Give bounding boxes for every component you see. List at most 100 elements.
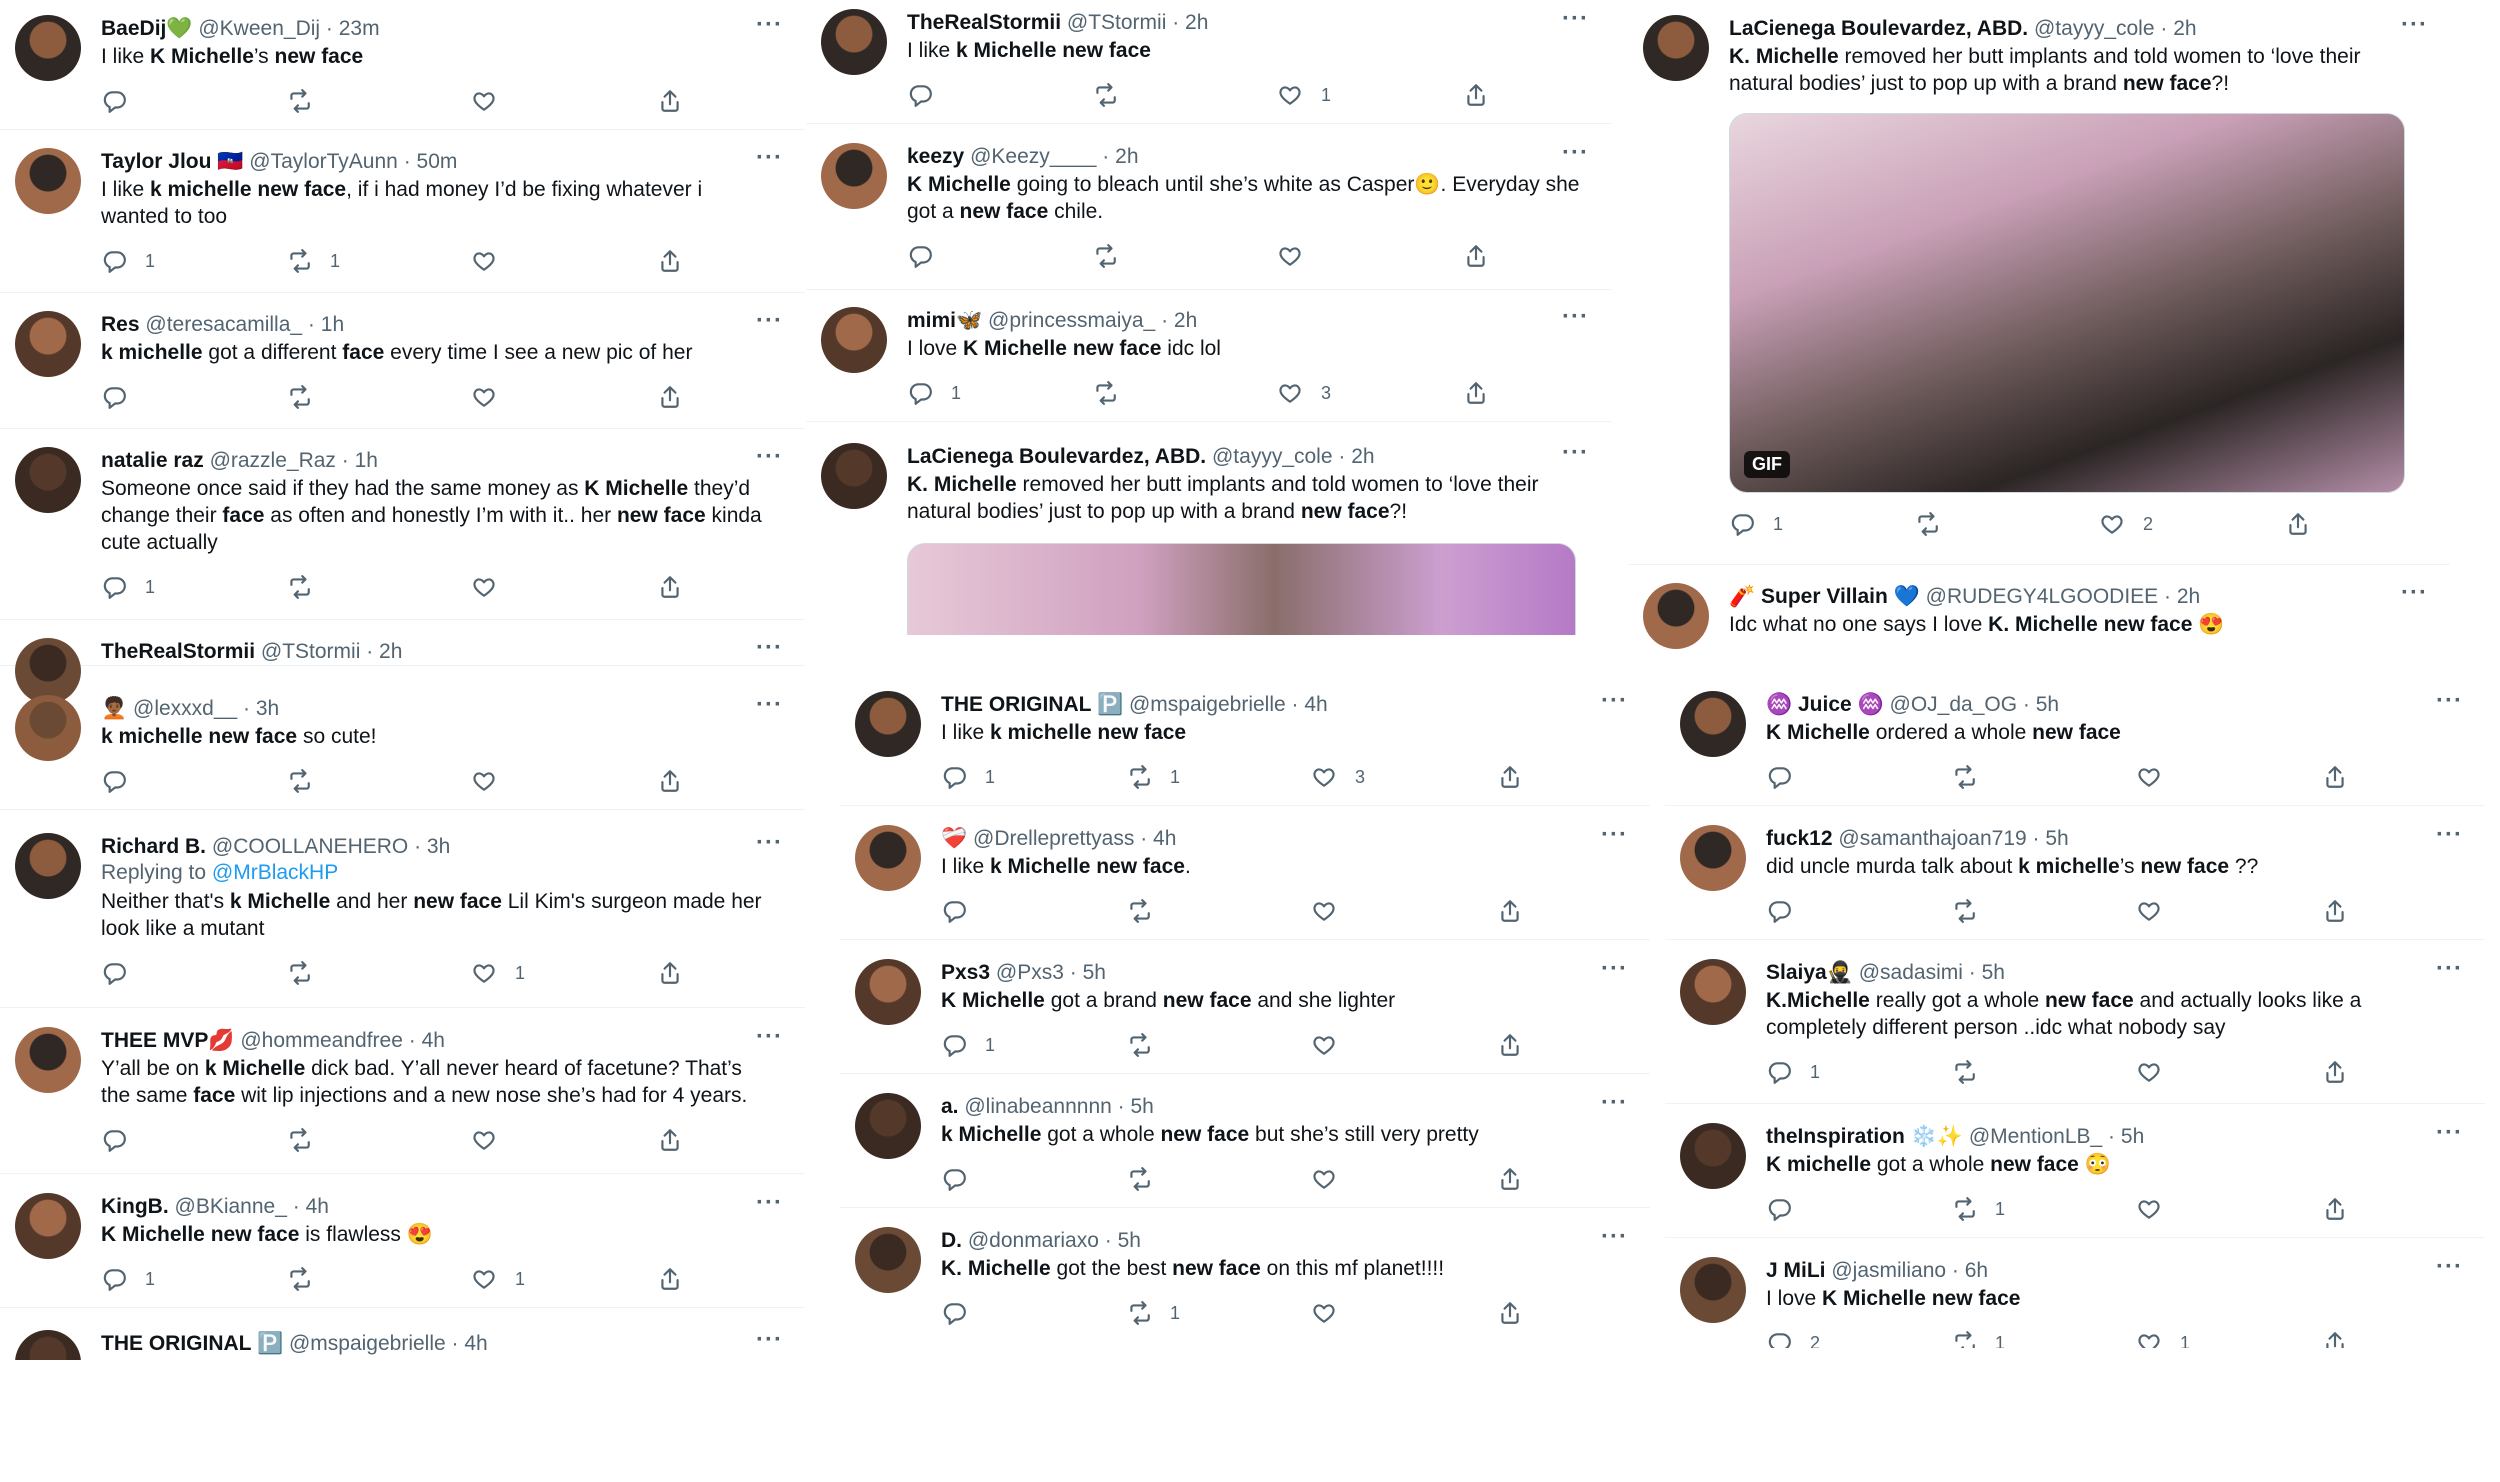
tweet[interactable]: LaCienega Boulevardez, ABD. @tayyy_cole … [806, 428, 1611, 635]
reply-button[interactable]: 1 [101, 1264, 155, 1294]
retweet-button[interactable] [286, 382, 330, 412]
share-button[interactable] [1497, 1298, 1523, 1328]
avatar[interactable] [1643, 583, 1709, 649]
avatar[interactable] [1680, 825, 1746, 891]
retweet-button[interactable]: 1 [1951, 1328, 2005, 1348]
reply-button[interactable]: 1 [941, 1030, 995, 1060]
tweet[interactable]: fuck12 @samanthajoan719 · 5h ··· did uncle… [1665, 810, 2485, 940]
like-button[interactable] [2136, 1057, 2180, 1087]
share-button[interactable] [2322, 896, 2348, 926]
retweet-button[interactable] [1092, 80, 1136, 110]
reply-button[interactable] [1766, 896, 1810, 926]
retweet-button[interactable] [1951, 762, 1995, 792]
share-button[interactable] [657, 246, 683, 276]
reply-button[interactable]: 1 [1766, 1057, 1820, 1087]
tweet[interactable]: theInspiration ❄️✨ @MentionLB_ · 5h ··· K … [1665, 1108, 2485, 1238]
avatar[interactable] [821, 143, 887, 209]
avatar[interactable] [15, 311, 81, 377]
like-button[interactable] [2136, 896, 2180, 926]
avatar[interactable] [15, 1330, 81, 1360]
like-button[interactable]: 1 [471, 1264, 525, 1294]
retweet-button[interactable] [1126, 1030, 1170, 1060]
retweet-button[interactable] [286, 958, 330, 988]
reply-button[interactable]: 1 [101, 246, 155, 276]
share-button[interactable] [1497, 1030, 1523, 1060]
more-icon[interactable]: ··· [1601, 1223, 1628, 1251]
retweet-button[interactable] [1951, 1057, 1995, 1087]
avatar[interactable] [855, 825, 921, 891]
tweet[interactable]: mimi🦋 @princessmaiya_ · 2h ··· I love K Mi… [806, 292, 1611, 422]
tweet[interactable]: natalie raz @razzle_Raz · 1h ··· Someone o… [0, 432, 805, 620]
avatar[interactable] [821, 443, 887, 509]
more-icon[interactable]: ··· [2436, 821, 2463, 849]
gif-media[interactable]: GIF [1729, 113, 2405, 493]
share-button[interactable] [657, 766, 683, 796]
more-icon[interactable]: ··· [2436, 955, 2463, 983]
retweet-button[interactable] [286, 572, 330, 602]
more-icon[interactable]: ··· [2436, 1253, 2463, 1281]
like-button[interactable]: 1 [1277, 80, 1331, 110]
avatar[interactable] [15, 695, 81, 761]
more-icon[interactable]: ··· [756, 1023, 783, 1051]
more-icon[interactable]: ··· [2436, 1119, 2463, 1147]
reply-button[interactable] [941, 896, 985, 926]
more-icon[interactable]: ··· [1562, 139, 1589, 167]
avatar[interactable] [855, 691, 921, 757]
like-button[interactable] [1311, 1298, 1355, 1328]
reply-button[interactable]: 1 [907, 378, 961, 408]
avatar[interactable] [821, 9, 887, 75]
share-button[interactable] [1497, 1164, 1523, 1194]
avatar[interactable] [1680, 959, 1746, 1025]
tweet[interactable]: ♒ Juice ♒ @OJ_da_OG · 5h ··· K Michelle or… [1665, 676, 2485, 806]
tweet[interactable]: keezy @Keezy____ · 2h ··· K Michelle going… [806, 128, 1611, 290]
share-button[interactable] [2322, 1057, 2348, 1087]
tweet[interactable]: THEE MVP💋 @hommeandfree · 4h ··· Y’all be … [0, 1012, 805, 1174]
more-icon[interactable]: ··· [2436, 687, 2463, 715]
like-button[interactable] [471, 766, 515, 796]
like-button[interactable] [471, 572, 515, 602]
share-button[interactable] [1463, 378, 1489, 408]
reply-button[interactable]: 1 [101, 572, 155, 602]
like-button[interactable]: 3 [1277, 378, 1331, 408]
more-icon[interactable]: ··· [756, 1189, 783, 1217]
share-button[interactable] [2322, 1328, 2348, 1348]
share-button[interactable] [657, 958, 683, 988]
reply-button[interactable] [101, 766, 145, 796]
reply-button[interactable] [941, 1164, 985, 1194]
share-button[interactable] [1497, 896, 1523, 926]
tweet[interactable]: TheRealStormii @TStormii · 2h ··· I like k… [806, 0, 1611, 124]
reply-button[interactable] [907, 80, 951, 110]
more-icon[interactable]: ··· [756, 634, 783, 662]
share-button[interactable] [1463, 80, 1489, 110]
retweet-button[interactable]: 1 [1126, 762, 1180, 792]
like-button[interactable]: 1 [2136, 1328, 2190, 1348]
tweet[interactable]: 🧑🏾‍🦱 @lexxxd__ · 3h ··· k michelle new fac… [0, 680, 805, 810]
more-icon[interactable]: ··· [2401, 11, 2428, 39]
avatar[interactable] [855, 1227, 921, 1293]
avatar[interactable] [15, 148, 81, 214]
tweet[interactable]: TheRealStormii @TStormii · 2h ··· [0, 623, 805, 704]
avatar[interactable] [15, 833, 81, 899]
more-icon[interactable]: ··· [756, 829, 783, 857]
share-button[interactable] [657, 572, 683, 602]
more-icon[interactable]: ··· [1562, 303, 1589, 331]
retweet-button[interactable] [1126, 896, 1170, 926]
retweet-button[interactable] [286, 86, 330, 116]
retweet-button[interactable] [286, 1264, 330, 1294]
avatar[interactable] [15, 15, 81, 81]
tweet[interactable]: BaeDij💚 @Kween_Dij · 23m ··· I like K Mich… [0, 0, 805, 130]
retweet-button[interactable] [1092, 241, 1136, 271]
more-icon[interactable]: ··· [1562, 5, 1589, 33]
tweet[interactable]: D. @donmariaxo · 5h ··· K. Michelle got th… [840, 1212, 1650, 1342]
like-button[interactable] [1311, 896, 1355, 926]
like-button[interactable] [471, 382, 515, 412]
more-icon[interactable]: ··· [2401, 579, 2428, 607]
avatar[interactable] [15, 1193, 81, 1259]
reply-button[interactable] [101, 1125, 145, 1155]
reply-button[interactable] [101, 382, 145, 412]
like-button[interactable]: 1 [471, 958, 525, 988]
share-button[interactable] [1497, 762, 1523, 792]
more-icon[interactable]: ··· [1601, 821, 1628, 849]
like-button[interactable] [1277, 241, 1321, 271]
avatar[interactable] [821, 307, 887, 373]
